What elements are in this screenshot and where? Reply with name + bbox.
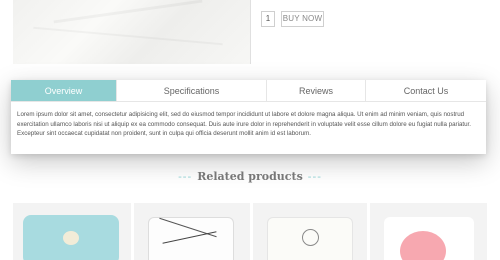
tab-contact-us[interactable]: Contact Us xyxy=(366,80,486,101)
buy-now-button[interactable]: BUY NOW xyxy=(281,11,324,27)
related-product-card[interactable] xyxy=(13,203,131,260)
related-products-title: Related products xyxy=(197,170,303,183)
fabric-fold xyxy=(53,0,203,24)
tab-content-text: Lorem ipsum dolor sit amet, consectetur … xyxy=(17,111,471,138)
quantity-input[interactable]: 1 xyxy=(261,11,275,27)
heading-dash-right: --- xyxy=(307,170,322,183)
divider xyxy=(250,0,251,64)
product-tabs-panel: Overview Specifications Reviews Contact … xyxy=(11,80,486,154)
dreamcatcher-print xyxy=(302,229,319,246)
product-image xyxy=(13,0,250,64)
heading-dash-left: --- xyxy=(178,170,193,183)
marble-pillow-image xyxy=(148,217,234,260)
pillow-print xyxy=(63,231,79,245)
tab-overview[interactable]: Overview xyxy=(11,80,117,101)
tab-specifications[interactable]: Specifications xyxy=(117,80,267,101)
related-product-card[interactable] xyxy=(134,203,250,260)
tab-bar: Overview Specifications Reviews Contact … xyxy=(11,80,486,102)
related-product-card[interactable] xyxy=(253,203,367,260)
tab-reviews[interactable]: Reviews xyxy=(267,80,366,101)
related-products-heading: --- Related products --- xyxy=(0,170,500,183)
fabric-fold xyxy=(33,27,222,46)
related-product-card[interactable] xyxy=(370,203,487,260)
